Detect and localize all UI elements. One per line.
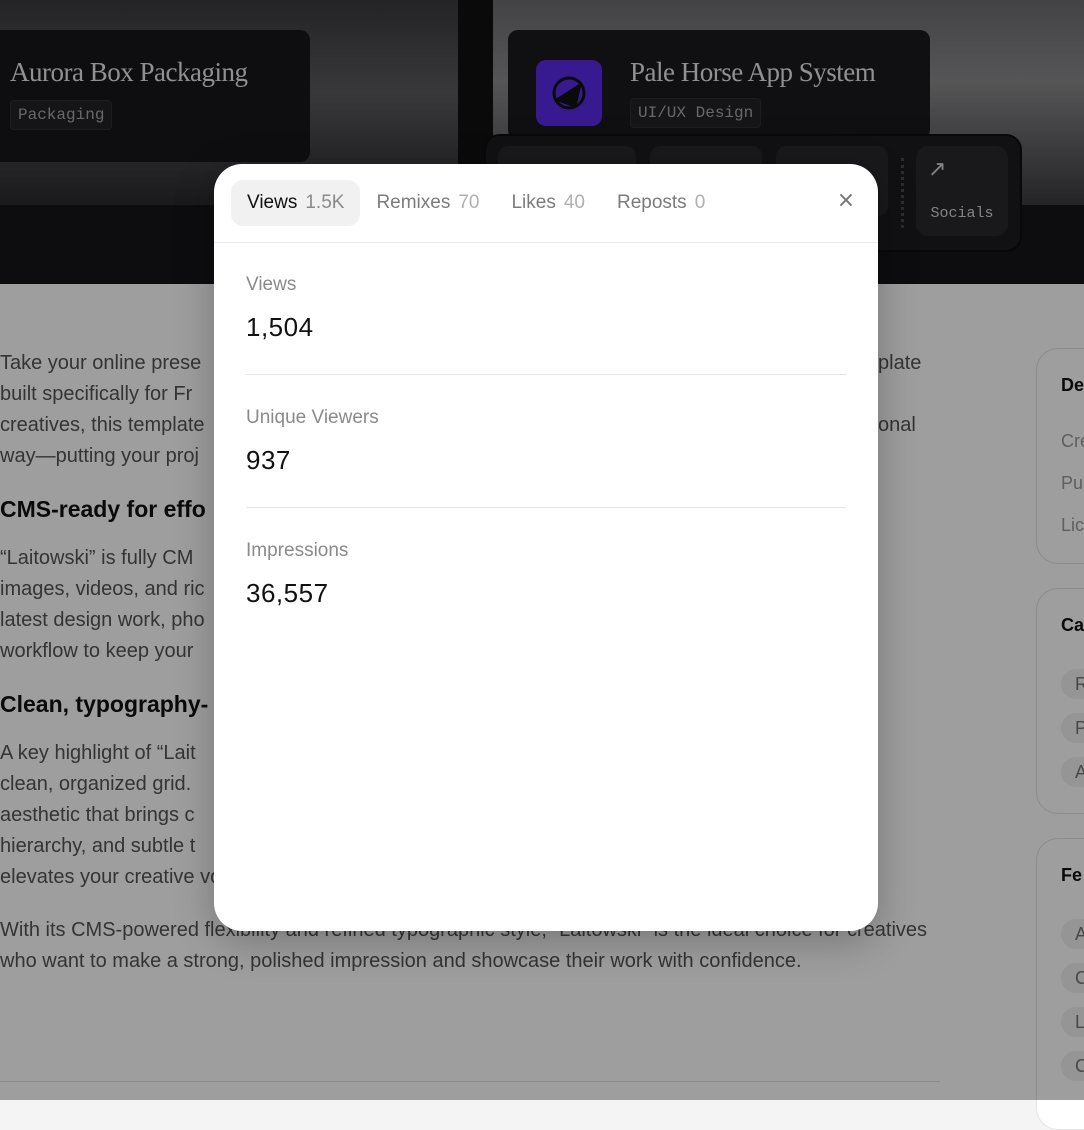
tab-label: Views <box>247 192 298 213</box>
stat-label: Views <box>246 274 297 295</box>
stat-value: 36,557 <box>246 578 329 608</box>
tab-views[interactable]: Views 1.5K <box>231 180 361 226</box>
stat-impressions: Impressions 36,557 <box>246 508 846 641</box>
tab-reposts[interactable]: Reposts 0 <box>601 180 721 226</box>
stat-label: Impressions <box>246 540 349 561</box>
tab-label: Reposts <box>616 192 687 213</box>
tab-count: 70 <box>458 192 480 213</box>
stat-views: Views 1,504 <box>246 242 846 375</box>
stats-modal: Views 1.5K Remixes 70 Likes 40 Reposts 0… <box>214 164 878 931</box>
close-icon[interactable] <box>836 190 856 210</box>
tab-label: Remixes <box>376 192 451 213</box>
tab-label: Likes <box>511 192 556 213</box>
stat-unique-viewers: Unique Viewers 937 <box>246 375 846 508</box>
stats-tabs: Views 1.5K Remixes 70 Likes 40 Reposts 0 <box>231 180 878 226</box>
tab-count: 40 <box>563 192 585 213</box>
stats-list: Views 1,504 Unique Viewers 937 Impressio… <box>246 242 846 641</box>
stat-value: 937 <box>246 445 291 475</box>
tab-remixes[interactable]: Remixes 70 <box>360 180 495 226</box>
tab-likes[interactable]: Likes 40 <box>495 180 601 226</box>
stat-value: 1,504 <box>246 312 314 342</box>
stat-label: Unique Viewers <box>246 407 379 428</box>
tab-count: 1.5K <box>305 192 345 213</box>
tab-count: 0 <box>694 192 706 213</box>
